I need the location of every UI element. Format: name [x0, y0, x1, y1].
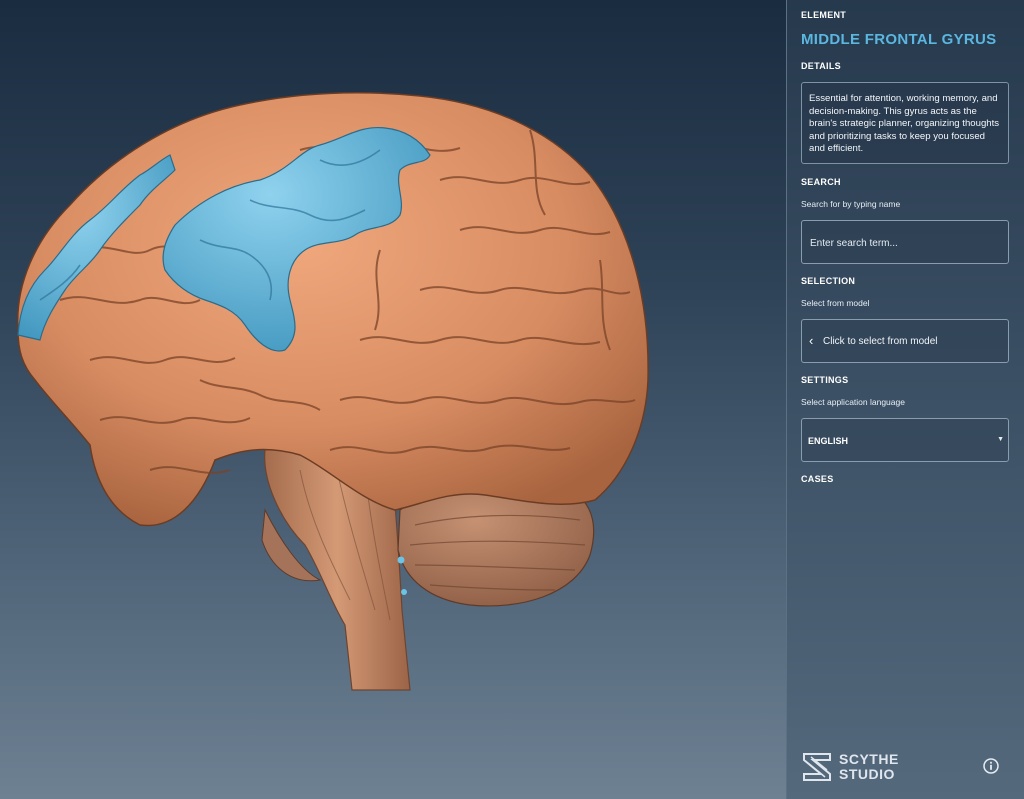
- brand-logo: SCYTHE STUDIO: [801, 750, 901, 786]
- info-icon[interactable]: [983, 758, 999, 774]
- search-field[interactable]: [801, 220, 1009, 265]
- selection-heading: SELECTION: [801, 276, 856, 286]
- cases-heading: CASES: [801, 474, 834, 484]
- settings-heading: SETTINGS: [801, 375, 849, 385]
- highlight-fragment: [401, 589, 407, 595]
- cerebrum[interactable]: [16, 92, 649, 527]
- settings-hint: Select application language: [801, 397, 905, 407]
- highlight-fragment: [397, 556, 405, 564]
- brand-name: SCYTHE STUDIO: [839, 752, 899, 782]
- brain-3d-viewport[interactable]: [0, 0, 786, 799]
- details-text: Essential for attention, working memory,…: [801, 82, 1009, 164]
- brand-line-1: SCYTHE: [839, 751, 899, 767]
- brain-model[interactable]: [0, 0, 786, 799]
- element-name: MIDDLE FRONTAL GYRUS: [801, 31, 997, 48]
- chevron-left-icon: ‹: [809, 333, 814, 348]
- language-value: ENGLISH: [808, 436, 849, 446]
- search-heading: SEARCH: [801, 177, 841, 187]
- search-input[interactable]: [808, 221, 1007, 265]
- details-heading: DETAILS: [801, 61, 841, 71]
- selection-hint: Select from model: [801, 298, 870, 308]
- dropdown-caret-icon: ▼: [997, 436, 1004, 443]
- info-panel: ELEMENT MIDDLE FRONTAL GYRUS DETAILS Ess…: [786, 0, 1024, 799]
- brand-line-2: STUDIO: [839, 766, 895, 782]
- select-from-model-button[interactable]: ‹ Click to select from model: [801, 319, 1009, 363]
- select-from-model-label: Click to select from model: [823, 336, 938, 347]
- element-heading: ELEMENT: [801, 10, 847, 20]
- search-hint: Search for by typing name: [801, 199, 901, 209]
- scythe-studio-logo-icon: [803, 753, 831, 781]
- language-select[interactable]: ENGLISH ▼: [801, 418, 1009, 462]
